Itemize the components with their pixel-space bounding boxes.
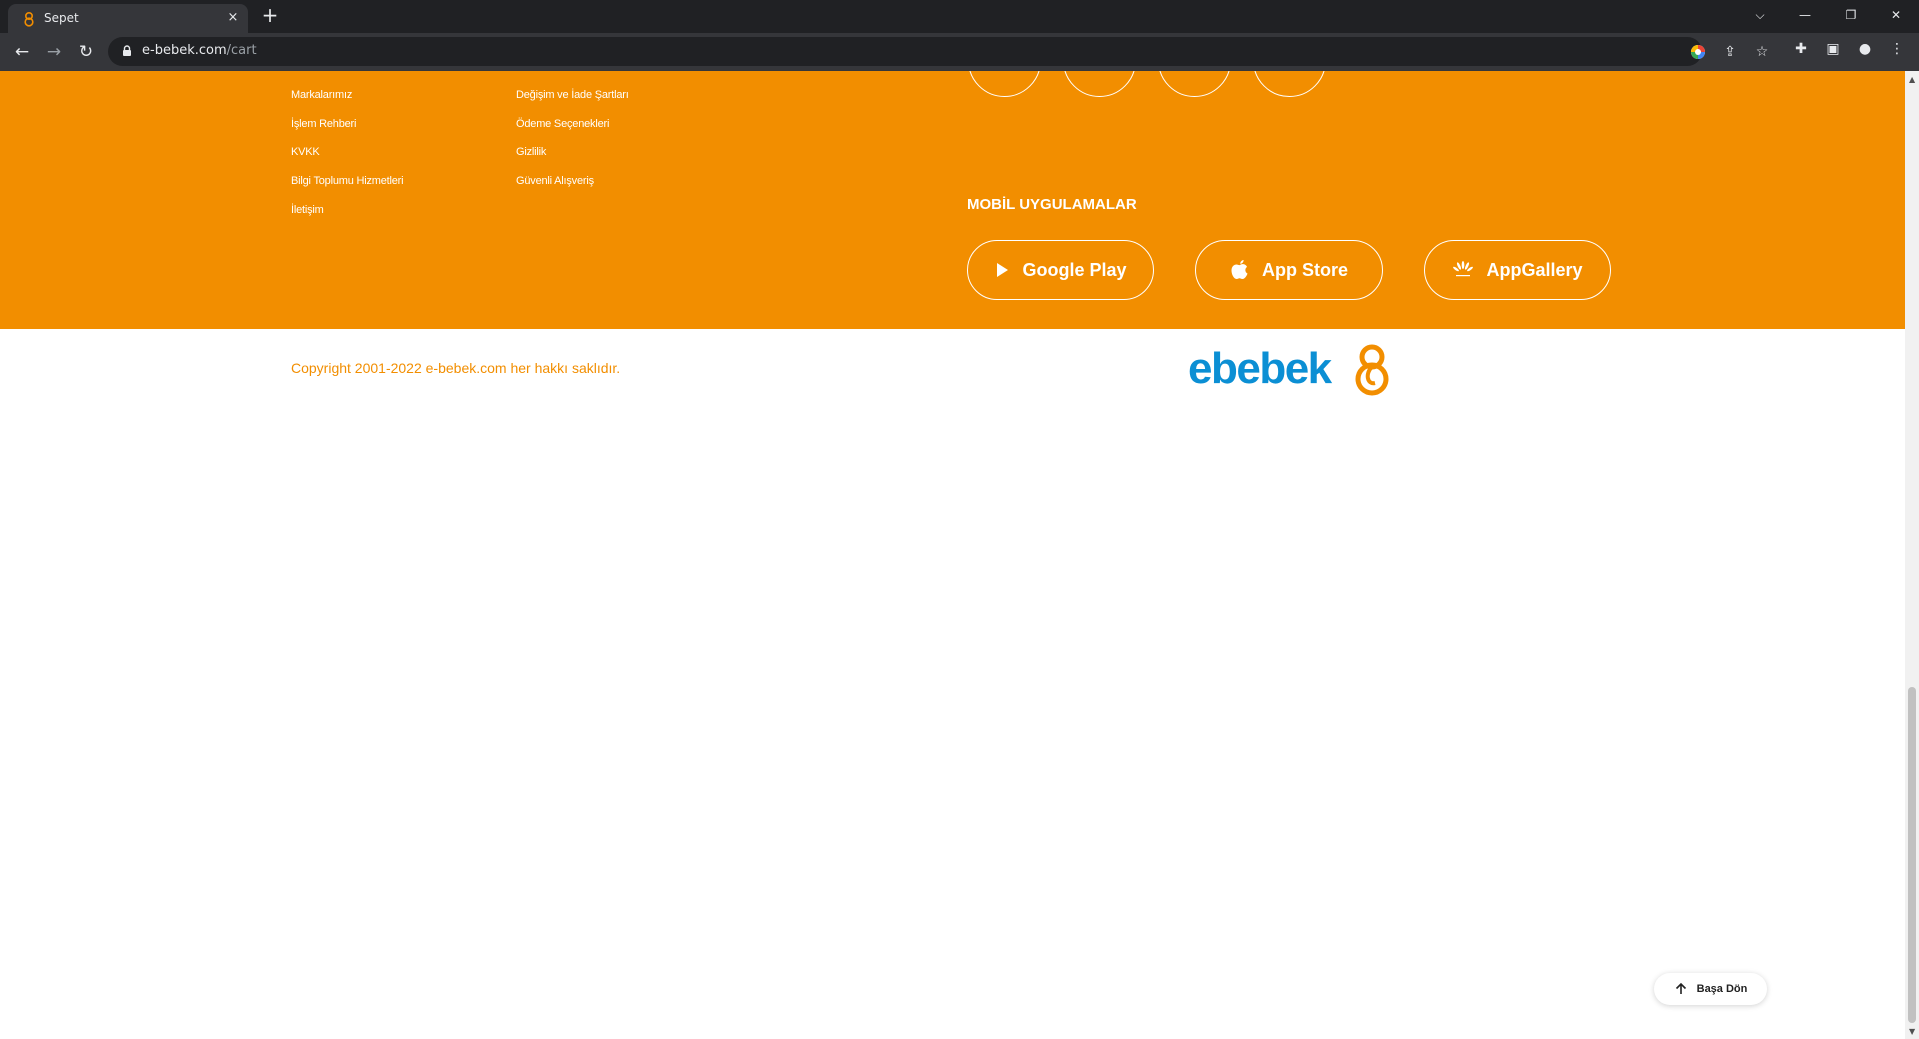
site-footer: Markalarımız İşlem Rehberi KVKK Bilgi To…	[0, 71, 1905, 329]
logo-wordmark: ebebek	[1188, 344, 1332, 393]
apple-icon	[1231, 260, 1248, 279]
arrow-up-icon	[1675, 982, 1686, 994]
google-play-label: Google Play	[1022, 259, 1127, 280]
tab-title: Sepet	[44, 11, 79, 25]
footer-link-kvkk[interactable]: KVKK	[291, 146, 320, 158]
tab-search-icon[interactable]: ⌵	[1737, 0, 1783, 30]
address-bar[interactable]: e-bebek.com/cart ⇪ ☆	[108, 37, 1768, 66]
app-gallery-button[interactable]: AppGallery	[1424, 240, 1611, 300]
minimize-button[interactable]: —	[1782, 0, 1828, 30]
profile-icon[interactable]: ●	[1854, 38, 1876, 60]
browser-toolbar: ← → ↻ e-bebek.com/cart ⇪ ☆ ✚ ▣ ● ⋮	[0, 33, 1919, 71]
browser-tab[interactable]: Sepet ×	[8, 4, 248, 33]
copyright-text: Copyright 2001-2022 e-bebek.com her hakk…	[291, 360, 621, 376]
app-store-button[interactable]: App Store	[1195, 240, 1383, 300]
instagram-icon[interactable]	[968, 71, 1041, 97]
back-button[interactable]: ←	[8, 38, 36, 66]
side-panel-icon[interactable]: ▣	[1822, 38, 1844, 60]
scroll-down-arrow-icon[interactable]: ▼	[1909, 1027, 1915, 1036]
url-text: e-bebek.com/cart	[142, 43, 257, 58]
play-icon	[997, 263, 1009, 277]
footer-link-guide[interactable]: İşlem Rehberi	[291, 118, 356, 130]
back-to-top-label: Başa Dön	[1696, 983, 1748, 995]
close-window-button[interactable]: ✕	[1873, 0, 1919, 30]
browser-tab-bar: Sepet × + ⌵ — ❐ ✕	[0, 0, 1919, 33]
footer-link-privacy[interactable]: Gizlilik	[516, 146, 546, 158]
bookmark-star-icon[interactable]: ☆	[1751, 41, 1773, 63]
footer-link-brands[interactable]: Markalarımız	[291, 89, 352, 101]
ebebek-favicon-icon	[24, 11, 34, 27]
menu-icon[interactable]: ⋮	[1886, 38, 1908, 60]
footer-link-secure-shopping[interactable]: Güvenli Alışveriş	[516, 175, 594, 187]
extensions-icon[interactable]: ✚	[1790, 38, 1812, 60]
restore-button[interactable]: ❐	[1828, 0, 1874, 30]
google-play-button[interactable]: Google Play	[967, 240, 1154, 300]
footer-link-contact[interactable]: İletişim	[291, 204, 324, 216]
app-gallery-label: AppGallery	[1486, 259, 1583, 280]
footer-link-payment[interactable]: Ödeme Seçenekleri	[516, 118, 609, 130]
twitter-icon[interactable]	[1158, 71, 1231, 97]
footer-link-returns[interactable]: Değişim ve İade Şartları	[516, 89, 629, 101]
facebook-icon[interactable]	[1063, 71, 1136, 97]
app-store-label: App Store	[1261, 259, 1348, 280]
new-tab-button[interactable]: +	[258, 4, 282, 28]
reload-button[interactable]: ↻	[72, 38, 100, 66]
lock-icon	[123, 45, 131, 56]
scrollbar-thumb[interactable]	[1908, 687, 1916, 1023]
forward-button[interactable]: →	[40, 38, 68, 66]
ebebek-logo[interactable]: ebebek	[1188, 343, 1393, 399]
huawei-icon	[1453, 261, 1474, 277]
google-lens-icon[interactable]	[1687, 41, 1709, 63]
ebebek-mark-icon	[1355, 344, 1389, 396]
share-icon[interactable]: ⇪	[1719, 41, 1741, 63]
page-viewport: Markalarımız İşlem Rehberi KVKK Bilgi To…	[0, 71, 1905, 1039]
page-scrollbar[interactable]: ▲ ▼	[1905, 71, 1919, 1039]
mobile-apps-title: MOBİL UYGULAMALAR	[967, 196, 1137, 213]
footer-link-info-society[interactable]: Bilgi Toplumu Hizmetleri	[291, 175, 404, 187]
tab-close-icon[interactable]: ×	[223, 8, 243, 28]
scroll-up-arrow-icon[interactable]: ▲	[1909, 75, 1915, 84]
back-to-top-button[interactable]: Başa Dön	[1654, 973, 1767, 1005]
linkedin-icon[interactable]	[1253, 71, 1326, 97]
